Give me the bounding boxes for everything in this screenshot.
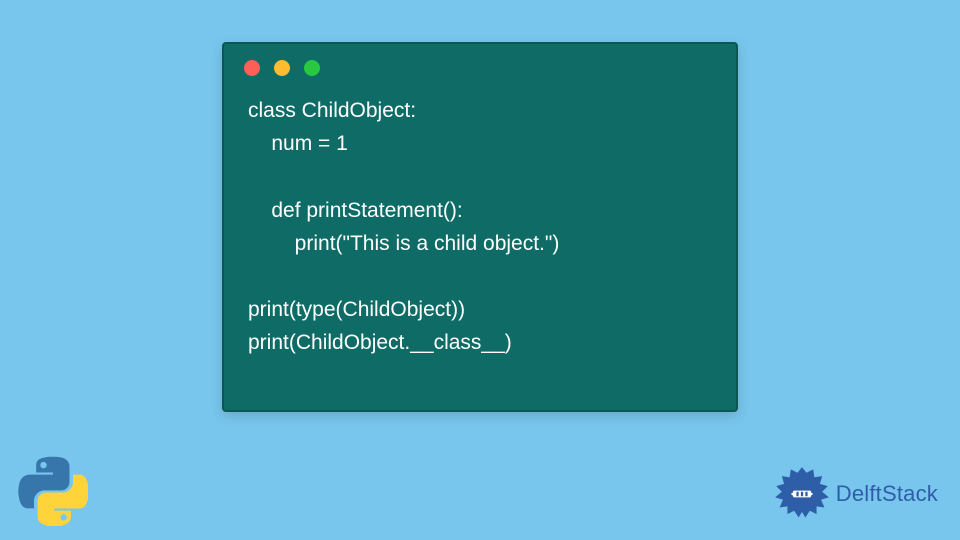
maximize-dot-icon [304,60,320,76]
delftstack-label: DelftStack [836,481,938,507]
code-window: class ChildObject: num = 1 def printStat… [222,42,738,412]
minimize-dot-icon [274,60,290,76]
window-controls [224,44,736,84]
delftstack-logo-icon [774,466,830,522]
python-logo-icon [18,456,88,526]
delftstack-logo: DelftStack [774,466,938,522]
close-dot-icon [244,60,260,76]
code-block: class ChildObject: num = 1 def printStat… [224,84,736,379]
